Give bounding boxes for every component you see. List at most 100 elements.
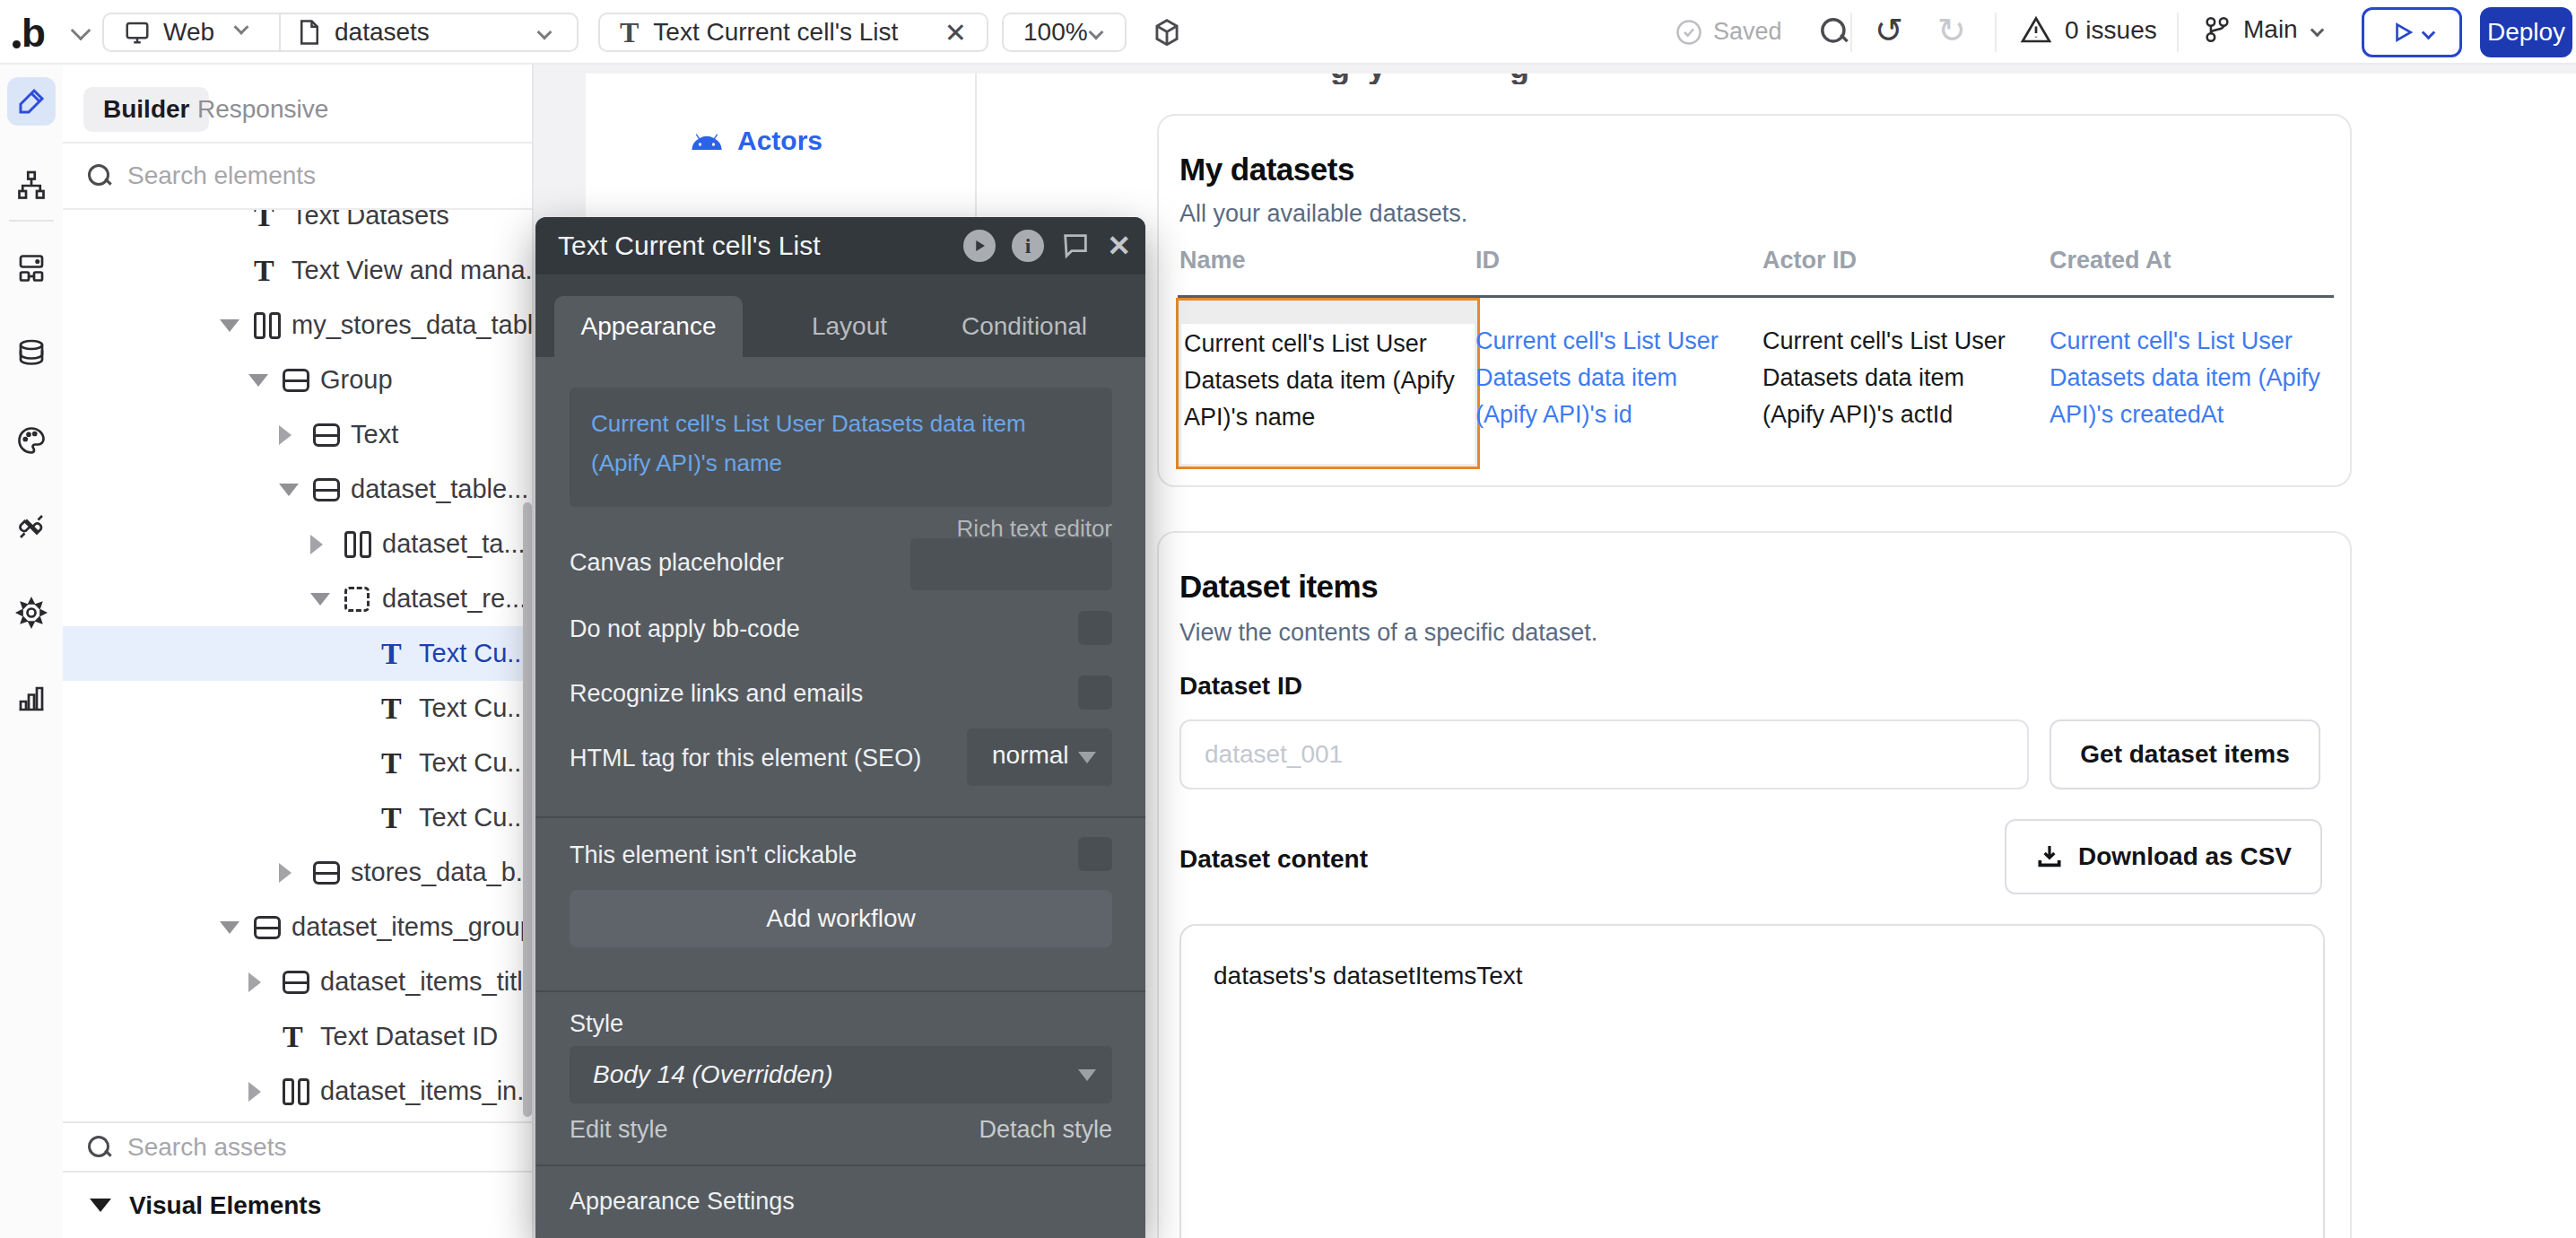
tab-responsive[interactable]: Responsive <box>197 87 328 132</box>
dataset-content-text: datasets's datasetItemsText <box>1214 962 1523 990</box>
tab-appearance[interactable]: Appearance <box>554 296 743 357</box>
cell-id[interactable]: Current cell's List User Datasets data i… <box>1475 323 1727 433</box>
style-select[interactable]: Body 14 (Overridden) <box>570 1046 1112 1103</box>
zoom-select[interactable]: 100% <box>1002 13 1127 52</box>
platform-select[interactable]: Web <box>104 14 279 50</box>
caret-down-icon[interactable] <box>310 593 330 606</box>
tree-item[interactable]: dataset_re... <box>63 571 532 626</box>
tree-item[interactable]: dataset_items_in... <box>63 1064 532 1119</box>
my-datasets-title: My datasets <box>1179 152 1354 187</box>
group-element-icon <box>283 369 309 392</box>
logs-tab-item[interactable] <box>7 675 56 723</box>
tree-item[interactable]: dataset_table... <box>63 462 532 517</box>
tree-item[interactable]: TText Cu... <box>63 626 532 681</box>
close-panel-icon[interactable]: ✕ <box>1107 229 1131 263</box>
issues-indicator[interactable]: 0 issues <box>2020 14 2157 47</box>
play-icon <box>2391 21 2415 44</box>
visual-elements-section[interactable]: Visual Elements <box>63 1171 532 1238</box>
element-tree: TText DatasetsTText View and mana...my_s… <box>63 210 532 1121</box>
zoom-level-label: 100% <box>1023 18 1088 47</box>
tab-layout[interactable]: Layout <box>791 296 908 357</box>
not-clickable-checkbox[interactable] <box>1078 837 1112 871</box>
preview-chevron-icon <box>2421 25 2435 39</box>
caret-right-icon[interactable] <box>279 425 292 445</box>
tree-item[interactable]: dataset_ta... <box>63 517 532 571</box>
canvas-placeholder-input[interactable] <box>910 538 1112 590</box>
caret-right-icon[interactable] <box>248 1082 261 1102</box>
dataset-id-input[interactable]: dataset_001 <box>1179 719 2029 789</box>
text-element-icon: T <box>254 256 274 286</box>
tree-item[interactable]: TText View and mana... <box>63 243 532 298</box>
tree-item-label: stores_data_b... <box>351 858 532 887</box>
page-select[interactable]: datasets <box>281 14 577 50</box>
tree-item[interactable]: TText Cu... <box>63 681 532 736</box>
sidebar-scrollbar[interactable] <box>523 502 532 1117</box>
toolbar-separator <box>1850 13 1852 52</box>
tab-conditional[interactable]: Conditional <box>944 296 1105 357</box>
detach-style-link[interactable]: Detach style <box>979 1116 1112 1144</box>
tree-item[interactable]: stores_data_b... <box>63 845 532 900</box>
plugins-tab-item[interactable] <box>7 502 56 551</box>
branch-selector[interactable]: Main <box>2202 14 2322 45</box>
download-csv-button[interactable]: Download as CSV <box>2005 819 2322 894</box>
component-cube-icon[interactable] <box>1150 16 1184 50</box>
element-info-icon[interactable]: i <box>1012 230 1044 262</box>
redo-icon[interactable]: ↻ <box>1937 11 1966 50</box>
mode-selector[interactable]: Web datasets <box>102 13 579 52</box>
html-tag-select[interactable]: normal <box>967 728 1112 786</box>
elements-sidebar: Builder Responsive Search elements TText… <box>63 65 534 1238</box>
caret-down-icon[interactable] <box>248 374 268 387</box>
warning-triangle-icon <box>2020 14 2052 47</box>
components-tab-item[interactable] <box>7 244 56 292</box>
design-tab-item[interactable] <box>7 77 56 126</box>
edit-style-link[interactable]: Edit style <box>570 1116 668 1144</box>
property-editor-panel: Text Current cell's List i ✕ Appearance … <box>535 217 1145 1238</box>
panel-header[interactable]: Text Current cell's List i ✕ <box>535 217 1145 275</box>
tree-item[interactable]: my_stores_data_table <box>63 298 532 353</box>
search-elements-field[interactable]: Search elements <box>63 144 532 210</box>
add-workflow-button[interactable]: Add workflow <box>570 890 1112 947</box>
close-tab-icon[interactable]: ✕ <box>944 17 967 48</box>
element-tab[interactable]: T Text Current cell's List ✕ <box>598 13 988 52</box>
caret-right-icon[interactable] <box>279 863 292 883</box>
bb-code-checkbox[interactable] <box>1078 611 1112 645</box>
caret-right-icon[interactable] <box>248 972 261 992</box>
components-icon <box>15 252 48 284</box>
nav-item-actors[interactable]: Actors <box>689 126 822 156</box>
tree-item[interactable]: TText Cu... <box>63 790 532 845</box>
data-tab-item[interactable] <box>7 330 56 379</box>
tree-item[interactable]: Group <box>63 353 532 407</box>
preview-button[interactable] <box>2362 7 2462 57</box>
caret-down-icon[interactable] <box>220 319 239 332</box>
tree-item[interactable]: dataset_items_title <box>63 955 532 1009</box>
element-play-icon[interactable] <box>963 230 996 262</box>
workflow-tab-item[interactable] <box>7 161 56 210</box>
rich-text-input[interactable]: Current cell's List User Datasets data i… <box>570 388 1112 507</box>
tree-item[interactable]: Text <box>63 407 532 462</box>
selected-name-cell[interactable]: Current cell's List User Datasets data i… <box>1176 298 1480 469</box>
styles-tab-item[interactable] <box>7 416 56 465</box>
logo-chevron-icon[interactable] <box>71 21 91 41</box>
tree-item-label: dataset_items_in... <box>320 1077 532 1106</box>
search-icon[interactable] <box>1821 18 1848 45</box>
tree-item-label: dataset_items_title <box>320 967 532 997</box>
deploy-button[interactable]: Deploy <box>2480 7 2572 57</box>
bubble-logo[interactable]: b <box>22 11 46 56</box>
settings-tab-item[interactable] <box>7 588 56 637</box>
tree-item[interactable]: TText Datasets <box>63 210 532 243</box>
tree-item[interactable]: dataset_items_group <box>63 900 532 955</box>
text-element-icon: T <box>381 693 402 724</box>
caret-down-icon[interactable] <box>279 484 299 496</box>
text-element-icon: T <box>254 210 274 231</box>
tree-item[interactable]: TText Dataset ID <box>63 1009 532 1064</box>
caret-right-icon[interactable] <box>310 535 323 554</box>
caret-down-icon[interactable] <box>220 921 239 934</box>
links-emails-checkbox[interactable] <box>1078 676 1112 710</box>
comment-icon[interactable] <box>1060 231 1091 261</box>
search-assets-field[interactable]: Search assets <box>63 1121 532 1171</box>
tab-builder[interactable]: Builder <box>83 87 209 132</box>
tree-item[interactable]: TText Cu... <box>63 736 532 790</box>
get-dataset-items-button[interactable]: Get dataset items <box>2049 719 2320 789</box>
cell-created-at[interactable]: Current cell's List User Datasets data i… <box>2049 323 2345 433</box>
undo-icon[interactable]: ↺ <box>1875 11 1903 50</box>
